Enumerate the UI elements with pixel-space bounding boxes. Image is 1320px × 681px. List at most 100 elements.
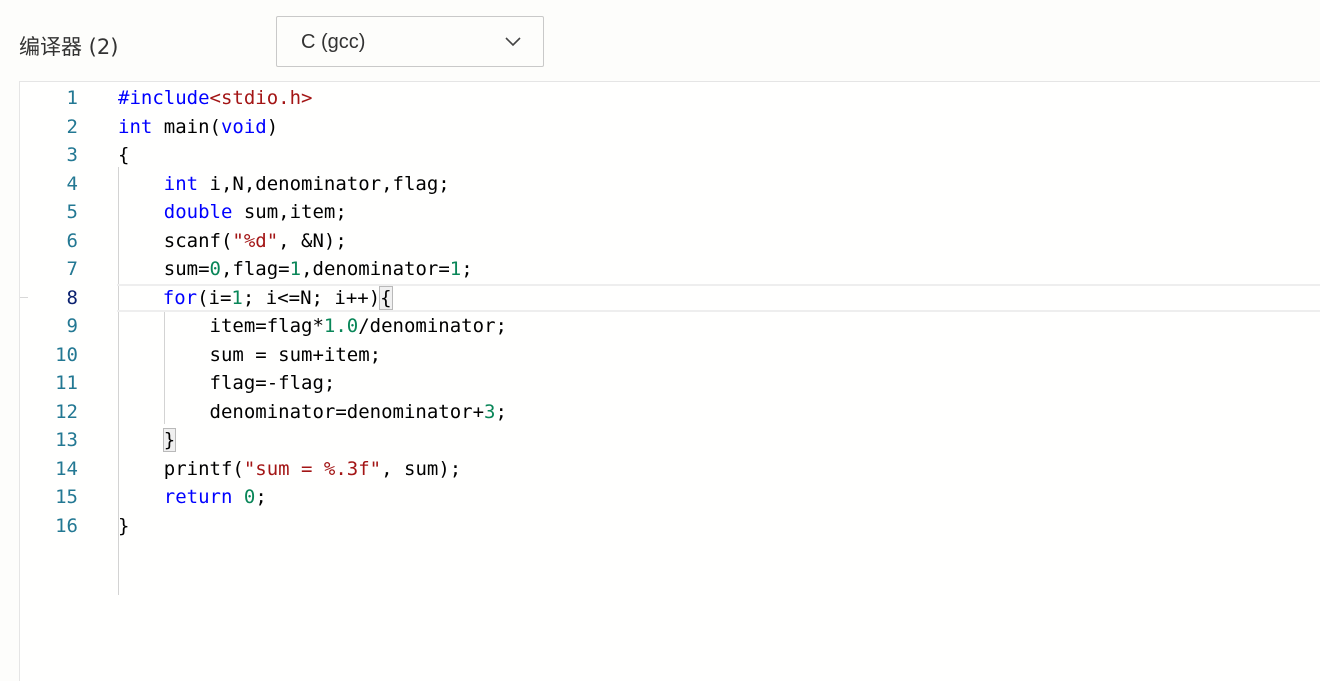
number-token: 1 xyxy=(289,258,302,280)
line-code: sum = sum+item; xyxy=(118,341,382,370)
keyword-token: #include xyxy=(118,87,210,109)
code-line[interactable]: 9 item=flag*1.0/denominator; xyxy=(20,312,1320,341)
compiler-label: 编译器 (2) xyxy=(19,35,119,59)
code-token: ,flag= xyxy=(220,258,290,280)
code-line[interactable]: 4 int i,N,denominator,flag; xyxy=(20,170,1320,199)
code-token: ; xyxy=(461,258,473,280)
string-token: <stdio.h> xyxy=(209,87,313,109)
code-token: sum= xyxy=(118,258,210,280)
code-line[interactable]: 10 sum = sum+item; xyxy=(20,341,1320,370)
keyword-token: return xyxy=(163,486,233,508)
code-token: denominator=denominator+ xyxy=(118,400,485,423)
code-line[interactable]: 8 for(i=1; i<=N; i++){ xyxy=(67,283,1320,313)
code-token: printf( xyxy=(118,457,244,480)
keyword-token: void xyxy=(220,115,267,138)
keyword-token: int xyxy=(118,115,153,138)
code-token: } xyxy=(118,514,130,537)
line-code: printf("sum = %.3f", sum); xyxy=(118,455,461,484)
string-token: "sum = %.3f" xyxy=(243,457,382,480)
code-token: ,denominator= xyxy=(301,258,450,280)
code-line[interactable]: 12 denominator=denominator+3; xyxy=(20,398,1320,427)
code-line[interactable]: 5 double sum,item; xyxy=(20,198,1320,227)
code-line[interactable]: 2 int main(void) xyxy=(20,113,1320,142)
line-number: 14 xyxy=(55,457,78,480)
line-number: 6 xyxy=(66,229,78,252)
string-token: "%d" xyxy=(232,229,279,252)
number-token: 3 xyxy=(484,400,496,423)
keyword-token: for xyxy=(162,286,198,309)
code-line[interactable]: 3{ xyxy=(20,141,1320,170)
code-token: item=flag* xyxy=(118,315,324,337)
line-number: 8 xyxy=(66,286,78,309)
line-number: 7 xyxy=(66,258,78,280)
number-token: 0 xyxy=(209,258,221,280)
line-number: 9 xyxy=(66,315,78,337)
code-token: sum,item; xyxy=(232,201,347,223)
code-token: ; i<=N; i++) xyxy=(242,286,381,309)
code-token: ; xyxy=(495,400,507,423)
line-code: for(i=1; i<=N; i++){ xyxy=(117,284,393,313)
line-code: int main(void) xyxy=(118,113,278,142)
code-line[interactable]: 7 sum=0,flag=1,denominator=1; xyxy=(20,255,1320,284)
line-code: #include<stdio.h> xyxy=(118,84,312,113)
keyword-token: double xyxy=(163,201,233,223)
code-line[interactable]: 1 #include<stdio.h> xyxy=(20,84,1320,113)
line-number: 4 xyxy=(66,172,78,195)
line-number: 13 xyxy=(55,429,78,451)
code-editor[interactable]: 1 #include<stdio.h> 2 int main(void) 3{4 int… xyxy=(19,81,1320,681)
line-number: 2 xyxy=(66,115,78,138)
line-code: { xyxy=(118,141,129,170)
line-number: 1 xyxy=(66,87,78,109)
number-token: 1.0 xyxy=(323,315,359,337)
code-line[interactable]: 6 scanf("%d", &N); xyxy=(20,227,1320,256)
line-number: 11 xyxy=(55,372,78,394)
line-code: sum=0,flag=1,denominator=1; xyxy=(118,255,473,284)
code-line[interactable]: 15 return 0; xyxy=(20,483,1320,512)
code-token: , sum); xyxy=(381,457,462,480)
line-number: 10 xyxy=(55,343,78,366)
line-number: 16 xyxy=(55,514,78,537)
line-code: double sum,item; xyxy=(118,198,347,227)
matched-bracket: { xyxy=(379,285,393,310)
code-token: ; xyxy=(255,486,267,508)
keyword-token: int xyxy=(163,172,199,195)
editor-toolbar: 编译器 (2) C (gcc) xyxy=(0,0,1320,82)
line-code: item=flag*1.0/denominator; xyxy=(118,312,507,341)
code-token: (i= xyxy=(197,286,232,309)
line-code: } xyxy=(118,512,129,541)
line-code: scanf("%d", &N); xyxy=(118,227,347,256)
line-code: return 0; xyxy=(118,483,267,512)
matched-bracket: } xyxy=(162,428,177,452)
line-code: int i,N,denominator,flag; xyxy=(118,170,450,199)
code-token: , &N); xyxy=(278,229,347,252)
compiler-selected-value: C (gcc) xyxy=(301,31,366,53)
line-code: denominator=denominator+3; xyxy=(118,398,507,427)
number-token: 1 xyxy=(449,258,462,280)
code-token: /denominator; xyxy=(358,315,507,337)
line-number: 15 xyxy=(55,486,78,508)
code-line[interactable]: 14 printf("sum = %.3f", sum); xyxy=(20,455,1320,484)
code-token: scanf( xyxy=(118,229,233,252)
code-token: flag=-flag; xyxy=(118,372,336,394)
chevron-down-icon xyxy=(505,37,521,47)
line-number: 5 xyxy=(66,201,78,223)
line-code: } xyxy=(118,426,177,455)
compiler-select[interactable]: C (gcc) xyxy=(276,16,544,67)
code-line[interactable]: 16} xyxy=(20,512,1320,541)
line-number: 12 xyxy=(55,400,78,423)
code-line[interactable]: 13 } xyxy=(20,426,1320,455)
code-token: sum = sum+item; xyxy=(118,343,382,366)
code-token: main( xyxy=(152,115,221,138)
number-token: 0 xyxy=(243,486,256,508)
code-line[interactable]: 11 flag=-flag; xyxy=(20,369,1320,398)
code-token: { xyxy=(118,144,130,166)
line-code: flag=-flag; xyxy=(118,369,336,398)
code-token: ) xyxy=(266,115,279,138)
number-token: 1 xyxy=(231,286,243,309)
